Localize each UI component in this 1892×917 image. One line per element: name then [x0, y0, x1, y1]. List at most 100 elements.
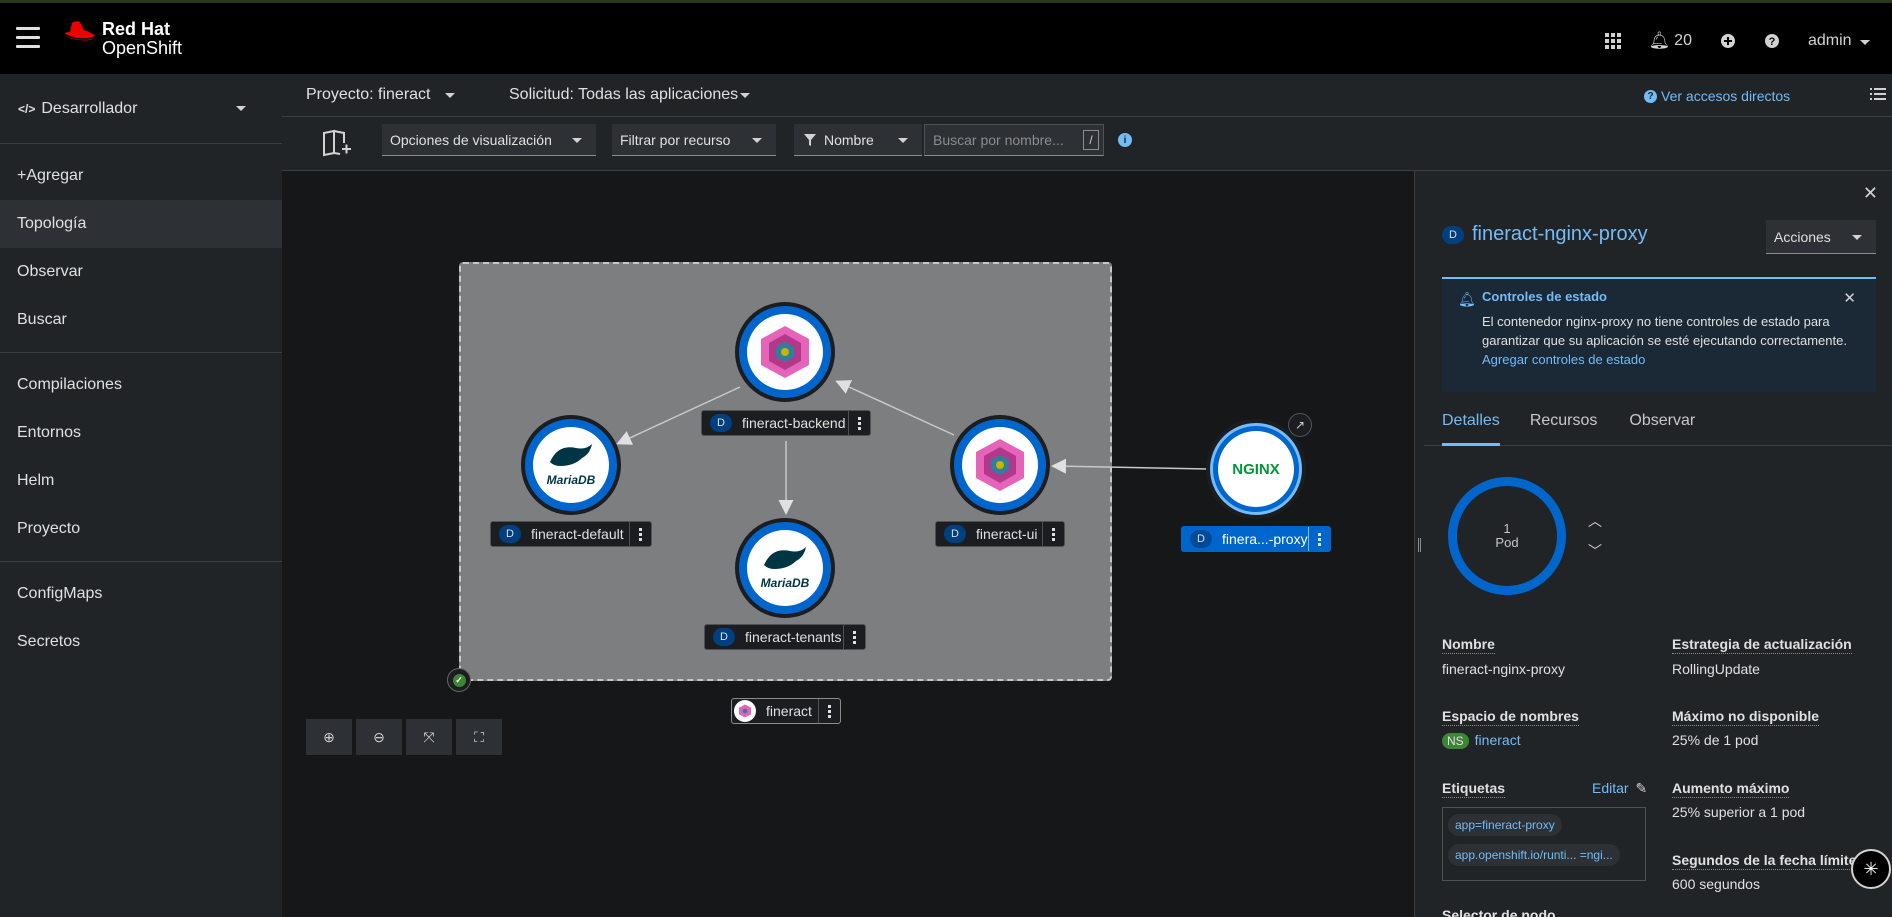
- sidebar-item-helm[interactable]: Helm: [0, 457, 282, 505]
- reset-view-button[interactable]: ⛶: [456, 719, 502, 755]
- mariadb-logo-icon: MariaDB: [533, 427, 609, 503]
- node-fineract-ui[interactable]: [950, 415, 1050, 515]
- scale-down-icon[interactable]: ﹀: [1588, 541, 1602, 561]
- cube-logo-icon: [747, 314, 823, 390]
- application-label: Solicitud: Todas las aplicaciones: [509, 86, 739, 103]
- project-selector[interactable]: Proyecto: fineract: [306, 86, 455, 104]
- close-icon[interactable]: ✕: [1863, 183, 1878, 204]
- list-view-icon[interactable]: [1870, 88, 1886, 102]
- filter-resource-label: Filtrar por recurso: [620, 131, 731, 148]
- label-chip[interactable]: app=fineract-proxy: [1448, 814, 1562, 836]
- node-fineract-default[interactable]: MariaDB: [521, 415, 621, 515]
- sidebar-item-topologia[interactable]: Topología: [0, 200, 282, 248]
- zoom-out-button[interactable]: ⊖: [356, 719, 402, 755]
- label-fineract-tenants[interactable]: D fineract-tenants: [704, 624, 866, 650]
- kebab-menu-icon[interactable]: [629, 522, 651, 546]
- project-label: Proyecto: fineract: [306, 86, 431, 103]
- kebab-menu-icon[interactable]: [843, 625, 865, 649]
- actions-dropdown[interactable]: Acciones: [1766, 220, 1876, 254]
- svg-text:MariaDB: MariaDB: [761, 576, 810, 590]
- add-health-checks-link[interactable]: Agregar controles de estado: [1482, 350, 1860, 369]
- info-circle-icon[interactable]: i: [1118, 133, 1132, 147]
- pencil-icon: ✎: [1635, 780, 1648, 796]
- svg-text:?: ?: [1769, 36, 1776, 48]
- pod-unit: Pod: [1495, 535, 1519, 550]
- label-fineract-backend[interactable]: D fineract-backend: [701, 410, 871, 436]
- fit-to-screen-button[interactable]: ⤧: [406, 719, 452, 755]
- deployment-badge: D: [713, 628, 735, 646]
- sidebar-item-entornos[interactable]: Entornos: [0, 409, 282, 457]
- brand-line1: Red Hat: [102, 19, 171, 39]
- external-link-icon[interactable]: ↗: [1288, 413, 1312, 437]
- label-application-group[interactable]: fineract: [731, 698, 841, 724]
- kebab-menu-icon[interactable]: [1308, 527, 1330, 551]
- edit-labels-link[interactable]: Editar ✎: [1592, 780, 1647, 797]
- chevron-down-icon: [752, 138, 762, 143]
- sidebar-item-configmaps[interactable]: ConfigMaps: [0, 570, 282, 618]
- namespace-value: NS fineract: [1442, 732, 1521, 749]
- add-to-project-book-icon[interactable]: [322, 129, 352, 157]
- chevron-down-icon: [572, 138, 582, 143]
- namespace-badge: NS: [1442, 733, 1469, 749]
- label-fineract-nginx-proxy[interactable]: D finera...-proxy: [1181, 526, 1331, 552]
- filter-type-dropdown[interactable]: Nombre: [794, 124, 922, 156]
- namespace-link[interactable]: fineract: [1475, 732, 1521, 748]
- sidebar-item-proyecto[interactable]: Proyecto: [0, 505, 282, 553]
- sidebar-item-buscar[interactable]: Buscar: [0, 296, 282, 344]
- search-input[interactable]: Buscar por nombre... /: [924, 124, 1104, 156]
- openshift-logo[interactable]: Red Hat OpenShift: [62, 20, 182, 60]
- deadline-value: 600 segundos: [1672, 876, 1760, 892]
- search-placeholder: Buscar por nombre...: [933, 132, 1064, 148]
- project-bar: Proyecto: fineract Solicitud: Todas las …: [282, 74, 1892, 117]
- hamburger-menu-icon[interactable]: [16, 27, 40, 48]
- deployment-badge: D: [944, 525, 966, 543]
- name-label: Nombre: [1442, 636, 1495, 654]
- sidebar-item-compilaciones[interactable]: Compilaciones: [0, 361, 282, 409]
- plus-circle-icon[interactable]: [1720, 33, 1736, 49]
- tab-details[interactable]: Detalles: [1442, 410, 1500, 446]
- sidebar-item-secretos[interactable]: Secretos: [0, 618, 282, 666]
- application-selector[interactable]: Solicitud: Todas las aplicaciones: [509, 86, 751, 104]
- mariadb-logo-icon: MariaDB: [747, 530, 823, 606]
- zoom-in-icon: ⊕: [323, 728, 335, 745]
- kebab-menu-icon[interactable]: [818, 699, 840, 723]
- label-fineract-default[interactable]: D fineract-default: [490, 521, 652, 547]
- sidebar-item-observar[interactable]: Observar: [0, 248, 282, 296]
- notifications-button[interactable]: 🔔︎ 20: [1649, 31, 1692, 51]
- help-icon[interactable]: ?: [1764, 33, 1780, 49]
- shortcuts-link[interactable]: ? Ver accesos directos: [1644, 88, 1790, 104]
- filter-type-label: Nombre: [824, 131, 874, 148]
- zoom-in-button[interactable]: ⊕: [306, 719, 352, 755]
- label-chip[interactable]: app.openshift.io/runti... =ngi...: [1448, 844, 1620, 866]
- display-options-dropdown[interactable]: Opciones de visualización: [382, 124, 596, 156]
- label-fineract-ui[interactable]: D fineract-ui: [935, 521, 1065, 547]
- deadline-label: Segundos de la fecha límite: [1672, 852, 1857, 870]
- scale-up-icon[interactable]: ︿: [1588, 511, 1602, 531]
- close-icon[interactable]: ✕: [1843, 289, 1856, 307]
- filter-resource-dropdown[interactable]: Filtrar por recurso: [612, 124, 776, 156]
- node-name: fineract-backend: [742, 415, 846, 431]
- panel-title-text[interactable]: fineract-nginx-proxy: [1472, 223, 1648, 246]
- node-fineract-tenants[interactable]: MariaDB: [735, 518, 835, 618]
- zoom-controls: ⊕ ⊖ ⤧ ⛶: [306, 719, 506, 755]
- node-fineract-backend[interactable]: [735, 302, 835, 402]
- user-menu[interactable]: admin: [1808, 32, 1870, 50]
- kebab-menu-icon[interactable]: [1042, 522, 1064, 546]
- display-options-label: Opciones de visualización: [390, 131, 552, 148]
- sidebar-item-agregar[interactable]: +Agregar: [0, 152, 282, 200]
- pod-ring: 1 Pod: [1448, 477, 1566, 595]
- perspective-switcher[interactable]: </> Desarrollador: [0, 74, 282, 144]
- panel-tabs: Detalles Recursos Observar: [1424, 410, 1892, 446]
- tab-observe[interactable]: Observar: [1629, 410, 1711, 446]
- tab-resources[interactable]: Recursos: [1530, 410, 1614, 446]
- app-launcher-icon[interactable]: [1604, 33, 1621, 49]
- kebab-menu-icon[interactable]: [848, 411, 870, 435]
- strategy-value: RollingUpdate: [1672, 661, 1760, 677]
- panel-resize-handle[interactable]: [1414, 171, 1424, 917]
- quick-starts-fab-icon[interactable]: ✳: [1851, 849, 1891, 889]
- node-fineract-nginx-proxy[interactable]: NGINX: [1206, 419, 1306, 519]
- nav-group-resources: Compilaciones Entornos Helm Proyecto: [0, 353, 282, 562]
- topology-canvas[interactable]: ✓ D fineract-backend MariaDB D fineract-…: [282, 171, 1414, 917]
- deployment-badge: D: [1190, 530, 1212, 548]
- max-surge-value: 25% superior a 1 pod: [1672, 804, 1806, 820]
